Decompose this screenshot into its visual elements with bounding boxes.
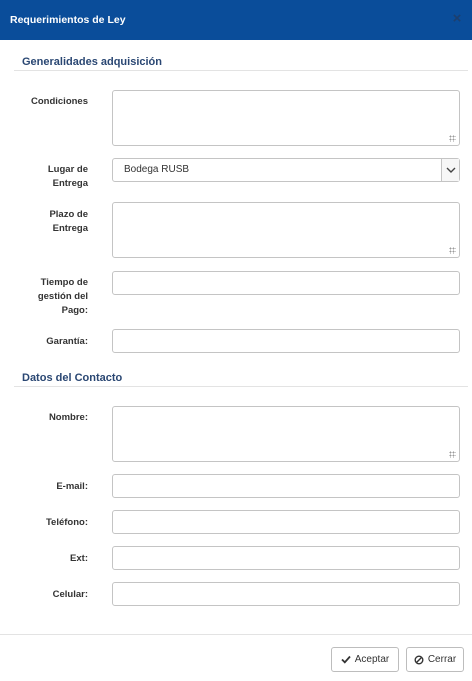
telefono-label: Teléfono: bbox=[45, 517, 88, 528]
tiempo-pago-label: Tiempo de gestión del Pago: bbox=[0, 276, 88, 318]
dialog-title: Requerimientos de Ley bbox=[10, 14, 126, 26]
lugar-entrega-label: Lugar de Entrega bbox=[0, 163, 88, 191]
resize-grip-icon[interactable] bbox=[449, 247, 456, 254]
footer-divider bbox=[0, 634, 472, 635]
accept-button-label: Aceptar bbox=[354, 654, 390, 665]
ext-label: Ext: bbox=[70, 553, 88, 564]
resize-grip-icon[interactable] bbox=[449, 135, 456, 142]
requerimientos-dialog: Requerimientos de Ley × Generalidades ad… bbox=[0, 0, 472, 681]
nombre-label: Nombre: bbox=[48, 412, 88, 423]
lugar-entrega-selected: Bodega RUSB bbox=[124, 164, 190, 175]
lugar-entrega-select[interactable]: Bodega RUSB bbox=[112, 158, 460, 182]
lugar-entrega-label-line2: Entrega bbox=[52, 178, 88, 189]
ext-input[interactable] bbox=[112, 546, 460, 570]
close-button-label: Cerrar bbox=[427, 654, 457, 665]
accept-button[interactable]: Aceptar bbox=[331, 647, 399, 672]
plazo-entrega-textarea[interactable] bbox=[112, 202, 460, 258]
condiciones-textarea[interactable] bbox=[112, 90, 460, 146]
tiempo-pago-label-line1: Tiempo de bbox=[40, 277, 88, 288]
nombre-textarea[interactable] bbox=[112, 406, 460, 462]
section-divider bbox=[14, 386, 468, 387]
plazo-entrega-label-line2: Entrega bbox=[52, 223, 88, 234]
ban-icon bbox=[414, 655, 424, 664]
condiciones-label: Condiciones bbox=[30, 96, 88, 107]
email-input[interactable] bbox=[112, 474, 460, 498]
tiempo-pago-label-line2: gestión del bbox=[37, 291, 88, 302]
plazo-entrega-label-line1: Plazo de bbox=[49, 209, 88, 220]
check-icon bbox=[341, 655, 351, 664]
email-label: E-mail: bbox=[56, 481, 88, 492]
lugar-entrega-label-line1: Lugar de bbox=[47, 164, 88, 175]
chevron-down-icon[interactable] bbox=[441, 159, 459, 181]
close-button[interactable]: Cerrar bbox=[406, 647, 464, 672]
section-title-acquisition: Generalidades adquisición bbox=[22, 56, 162, 68]
section-divider bbox=[14, 70, 468, 71]
plazo-entrega-label: Plazo de Entrega bbox=[0, 208, 88, 236]
garantia-input[interactable] bbox=[112, 329, 460, 353]
garantia-label: Garantía: bbox=[46, 336, 88, 347]
celular-input[interactable] bbox=[112, 582, 460, 606]
telefono-input[interactable] bbox=[112, 510, 460, 534]
resize-grip-icon[interactable] bbox=[449, 451, 456, 458]
close-icon[interactable]: × bbox=[450, 11, 464, 27]
tiempo-pago-label-line3: Pago: bbox=[61, 305, 88, 316]
section-title-contact: Datos del Contacto bbox=[22, 372, 123, 384]
tiempo-pago-input[interactable] bbox=[112, 271, 460, 295]
celular-label: Celular: bbox=[52, 589, 88, 600]
dialog-header: Requerimientos de Ley × bbox=[0, 0, 472, 40]
